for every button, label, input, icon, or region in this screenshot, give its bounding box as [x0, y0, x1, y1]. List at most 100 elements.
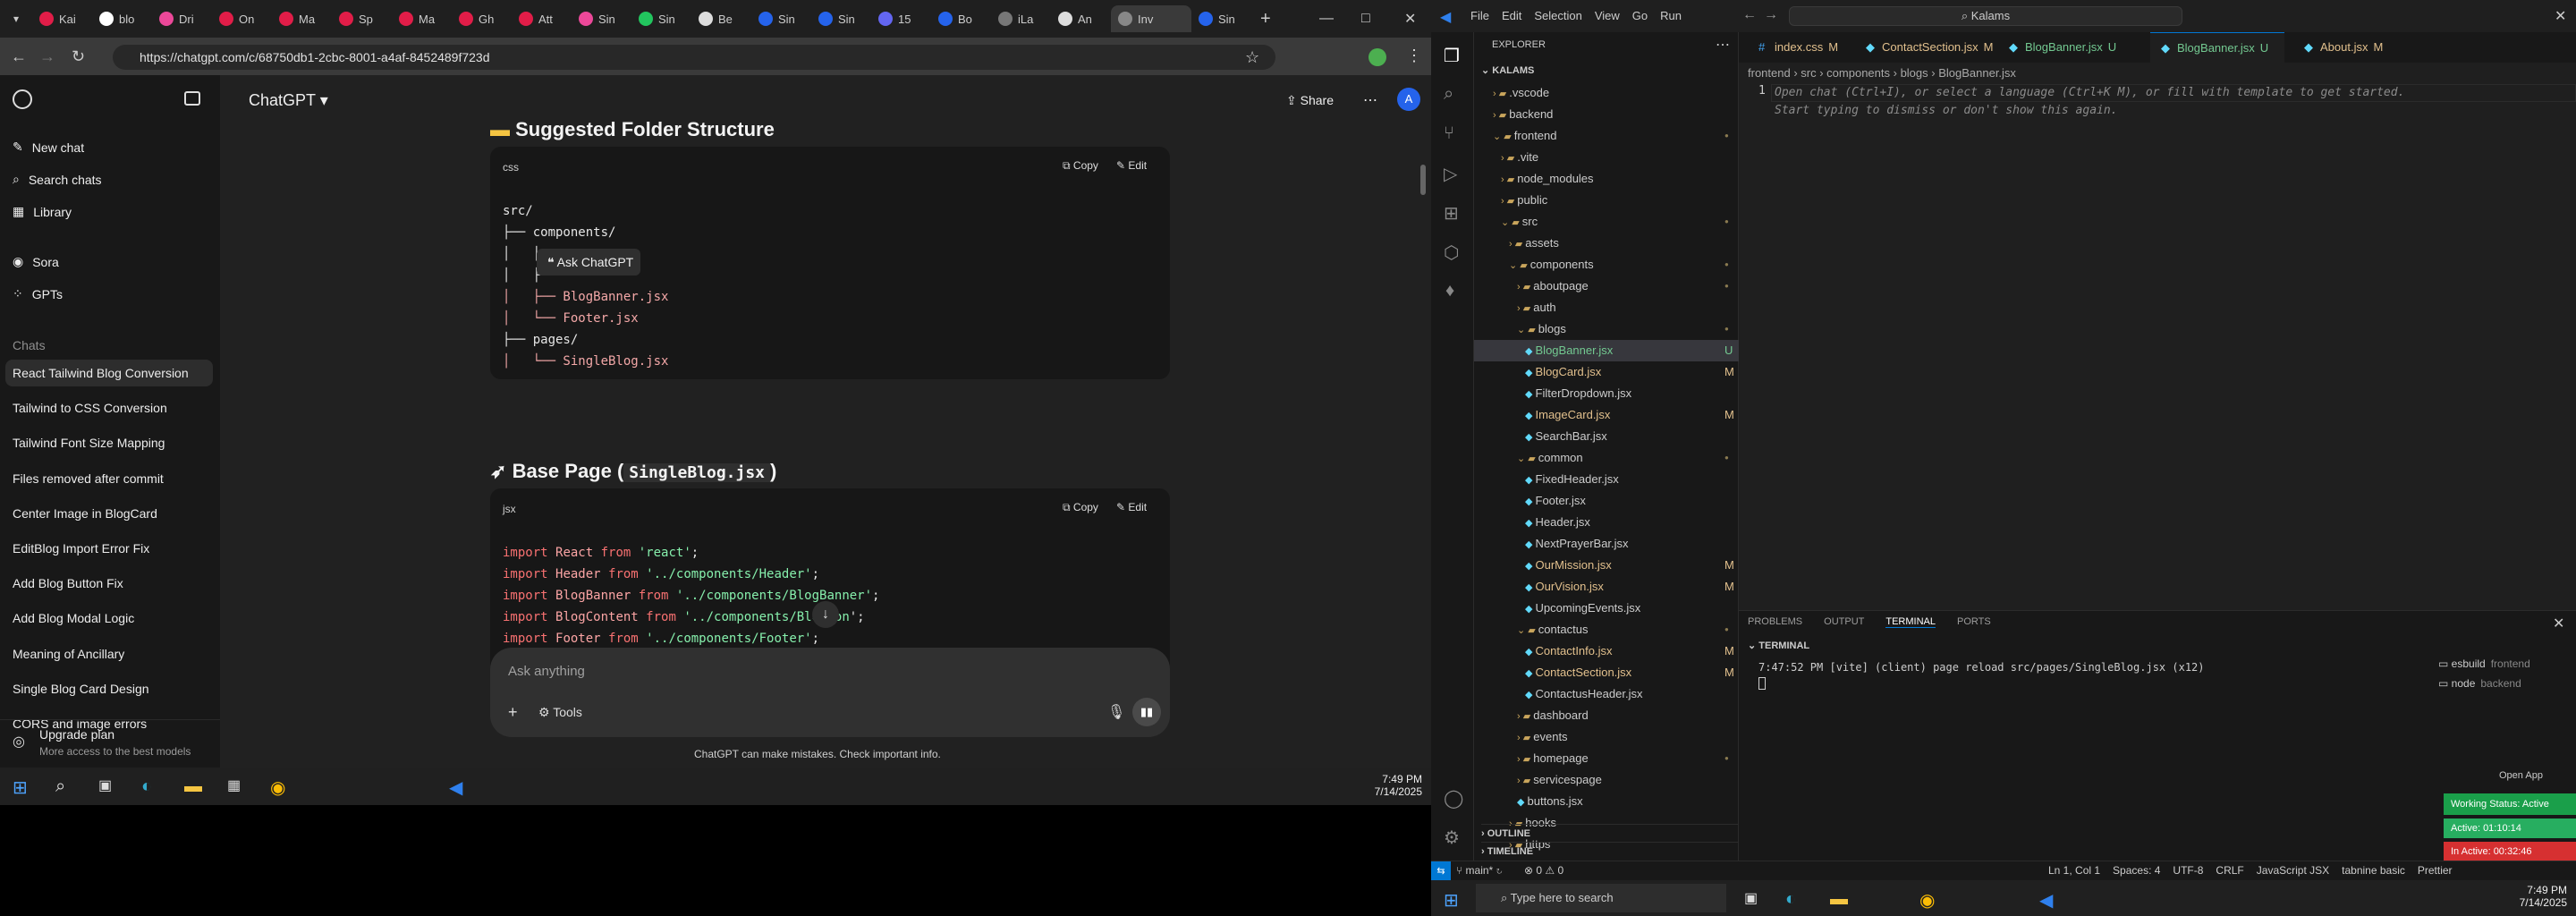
menu-item[interactable]: Selection: [1534, 9, 1581, 22]
status-item[interactable]: Ln 1, Col 1: [2048, 864, 2100, 877]
tree-item[interactable]: ◆ NextPrayerBar.jsx: [1474, 533, 1739, 555]
reload-icon[interactable]: ↻: [72, 47, 85, 66]
explorer-more-icon[interactable]: ⋯: [1716, 36, 1730, 54]
editor-tab[interactable]: ◆ BlogBanner.jsx U: [1998, 32, 2141, 63]
tree-item[interactable]: ◆ OurMission.jsx M: [1474, 555, 1739, 576]
sora-button[interactable]: ◉ Sora: [13, 254, 59, 269]
tree-item[interactable]: › ▰ .vscode: [1474, 82, 1739, 104]
more-options-icon[interactable]: ⋯: [1363, 91, 1377, 109]
copy-button[interactable]: ⧉ Copy: [1063, 501, 1098, 514]
close-window-button[interactable]: ✕: [1404, 10, 1416, 28]
terminal-instance[interactable]: ▭ esbuild frontend: [2438, 657, 2576, 677]
tree-item[interactable]: ◆ Header.jsx: [1474, 512, 1739, 533]
browser-tab[interactable]: Att: [512, 5, 572, 32]
tree-item[interactable]: ◆ ContactSection.jsx M: [1474, 662, 1739, 683]
chat-history-item[interactable]: EditBlog Import Error Fix: [5, 535, 213, 562]
close-window-button[interactable]: ✕: [2555, 7, 2566, 25]
file-explorer-icon[interactable]: ▬: [1830, 889, 1848, 910]
browser-tab[interactable]: Ma: [392, 5, 452, 32]
tree-item[interactable]: › ▰ .vite: [1474, 147, 1739, 168]
tree-item[interactable]: ◆ ImageCard.jsx M: [1474, 404, 1739, 426]
forward-icon[interactable]: →: [39, 47, 55, 66]
vscode-icon[interactable]: ◀: [449, 776, 462, 799]
search-icon[interactable]: ⌕: [55, 776, 65, 797]
library-button[interactable]: ▦ Library: [13, 204, 72, 219]
breadcrumb[interactable]: frontend › src › components › blogs › Bl…: [1748, 66, 2016, 80]
chat-history-item[interactable]: Single Blog Card Design: [5, 675, 213, 702]
tree-item[interactable]: ◆ Footer.jsx: [1474, 490, 1739, 512]
store-icon[interactable]: ▦: [227, 776, 241, 794]
problems-indicator[interactable]: ⊗ 0 ⚠ 0: [1524, 864, 1563, 877]
browser-tab[interactable]: On: [212, 5, 272, 32]
extensions-icon[interactable]: ⊞: [1444, 202, 1459, 225]
edge-icon[interactable]: ◐: [1785, 889, 1796, 910]
tree-item[interactable]: ◆ OurVision.jsx M: [1474, 576, 1739, 598]
panel-tab[interactable]: PROBLEMS: [1748, 616, 1802, 628]
terminal-instance[interactable]: ▭ node backend: [2438, 677, 2576, 697]
microphone-icon[interactable]: 🎙: [1107, 703, 1125, 721]
minimize-button[interactable]: —: [1319, 11, 1334, 27]
tree-item[interactable]: ◆ BlogBanner.jsx U: [1474, 340, 1739, 361]
editor-tab[interactable]: # index.css M: [1748, 32, 1846, 63]
panel-tab[interactable]: PORTS: [1957, 616, 1991, 628]
tree-item[interactable]: › ▰ events: [1474, 726, 1739, 748]
settings-gear-icon[interactable]: ⚙: [1444, 827, 1460, 849]
edit-button[interactable]: ✎ Edit: [1116, 501, 1147, 513]
browser-tab[interactable]: 15: [871, 5, 931, 32]
browser-tab[interactable]: Dri: [152, 5, 212, 32]
copy-button[interactable]: ⧉ Copy: [1063, 159, 1098, 173]
clock[interactable]: 7:49 PM 7/14/2025: [1368, 773, 1422, 798]
browser-tab[interactable]: Ma: [272, 5, 332, 32]
ask-chatgpt-tooltip[interactable]: ❝ Ask ChatGPT: [537, 249, 640, 276]
browser-tab[interactable]: Sin: [572, 5, 631, 32]
breadcrumb-item[interactable]: components: [1826, 66, 1890, 80]
breadcrumb-item[interactable]: frontend: [1748, 66, 1791, 80]
bookmark-star-icon[interactable]: ☆: [1245, 48, 1259, 67]
tree-item[interactable]: ⌄ ▰ frontend ●: [1474, 125, 1739, 147]
chat-history-item[interactable]: Add Blog Modal Logic: [5, 605, 213, 632]
chat-history-item[interactable]: Tailwind Font Size Mapping: [5, 429, 213, 456]
browser-tab[interactable]: Gh: [452, 5, 512, 32]
tree-item[interactable]: › ▰ assets: [1474, 233, 1739, 254]
tree-item[interactable]: ◆ buttons.jsx: [1474, 791, 1739, 812]
chrome-icon[interactable]: ◉: [1919, 889, 1935, 912]
profile-avatar[interactable]: [1368, 48, 1386, 66]
browser-tab[interactable]: Sp: [332, 5, 392, 32]
prompt-input[interactable]: Ask anything: [508, 664, 585, 679]
chat-history-item[interactable]: Files removed after commit: [5, 465, 213, 492]
attach-plus-icon[interactable]: +: [508, 703, 518, 722]
tree-item[interactable]: ◆ ContactInfo.jsx M: [1474, 640, 1739, 662]
status-item[interactable]: Spaces: 4: [2113, 864, 2160, 877]
chrome-menu-icon[interactable]: ⋮: [1406, 47, 1422, 65]
tree-item[interactable]: ⌄ ▰ contactus ●: [1474, 619, 1739, 640]
panel-close-icon[interactable]: ✕: [2553, 615, 2564, 632]
breadcrumb-item[interactable]: BlogBanner.jsx: [1938, 66, 2016, 80]
chat-history-item[interactable]: Tailwind to CSS Conversion: [5, 394, 213, 421]
tree-item[interactable]: › ▰ servicespage: [1474, 769, 1739, 791]
user-avatar[interactable]: A: [1397, 88, 1420, 111]
scroll-down-button[interactable]: ↓: [812, 601, 839, 628]
editor-tab[interactable]: ◆ ContactSection.jsx M: [1855, 32, 1994, 63]
edit-button[interactable]: ✎ Edit: [1116, 159, 1147, 172]
status-item[interactable]: JavaScript JSX: [2257, 864, 2329, 877]
file-explorer-icon[interactable]: ▬: [184, 776, 202, 797]
breadcrumb-item[interactable]: src: [1801, 66, 1816, 80]
docker-icon[interactable]: ⬡: [1444, 242, 1459, 264]
command-center[interactable]: ⌕ Kalams: [1789, 6, 2182, 26]
tree-item[interactable]: ◆ ContactusHeader.jsx: [1474, 683, 1739, 705]
panel-tab[interactable]: OUTPUT: [1824, 616, 1864, 628]
tree-item[interactable]: ◆ SearchBar.jsx: [1474, 426, 1739, 447]
browser-tab[interactable]: Sin: [1191, 5, 1251, 32]
nav-back-icon[interactable]: ←: [1742, 7, 1757, 23]
menu-item[interactable]: Go: [1632, 9, 1648, 22]
task-view-icon[interactable]: ▣: [1744, 889, 1758, 907]
browser-tab[interactable]: Sin: [811, 5, 871, 32]
tree-item[interactable]: ⌄ ▰ blogs ●: [1474, 318, 1739, 340]
browser-tab[interactable]: Be: [691, 5, 751, 32]
tree-item[interactable]: › ▰ aboutpage ●: [1474, 276, 1739, 297]
status-item[interactable]: tabnine basic: [2342, 864, 2405, 877]
tree-item[interactable]: ◆ BlogCard.jsx M: [1474, 361, 1739, 383]
new-tab-button[interactable]: +: [1260, 9, 1271, 30]
edge-icon[interactable]: ◐: [141, 776, 152, 797]
tree-item[interactable]: ⌄ ▰ components ●: [1474, 254, 1739, 276]
